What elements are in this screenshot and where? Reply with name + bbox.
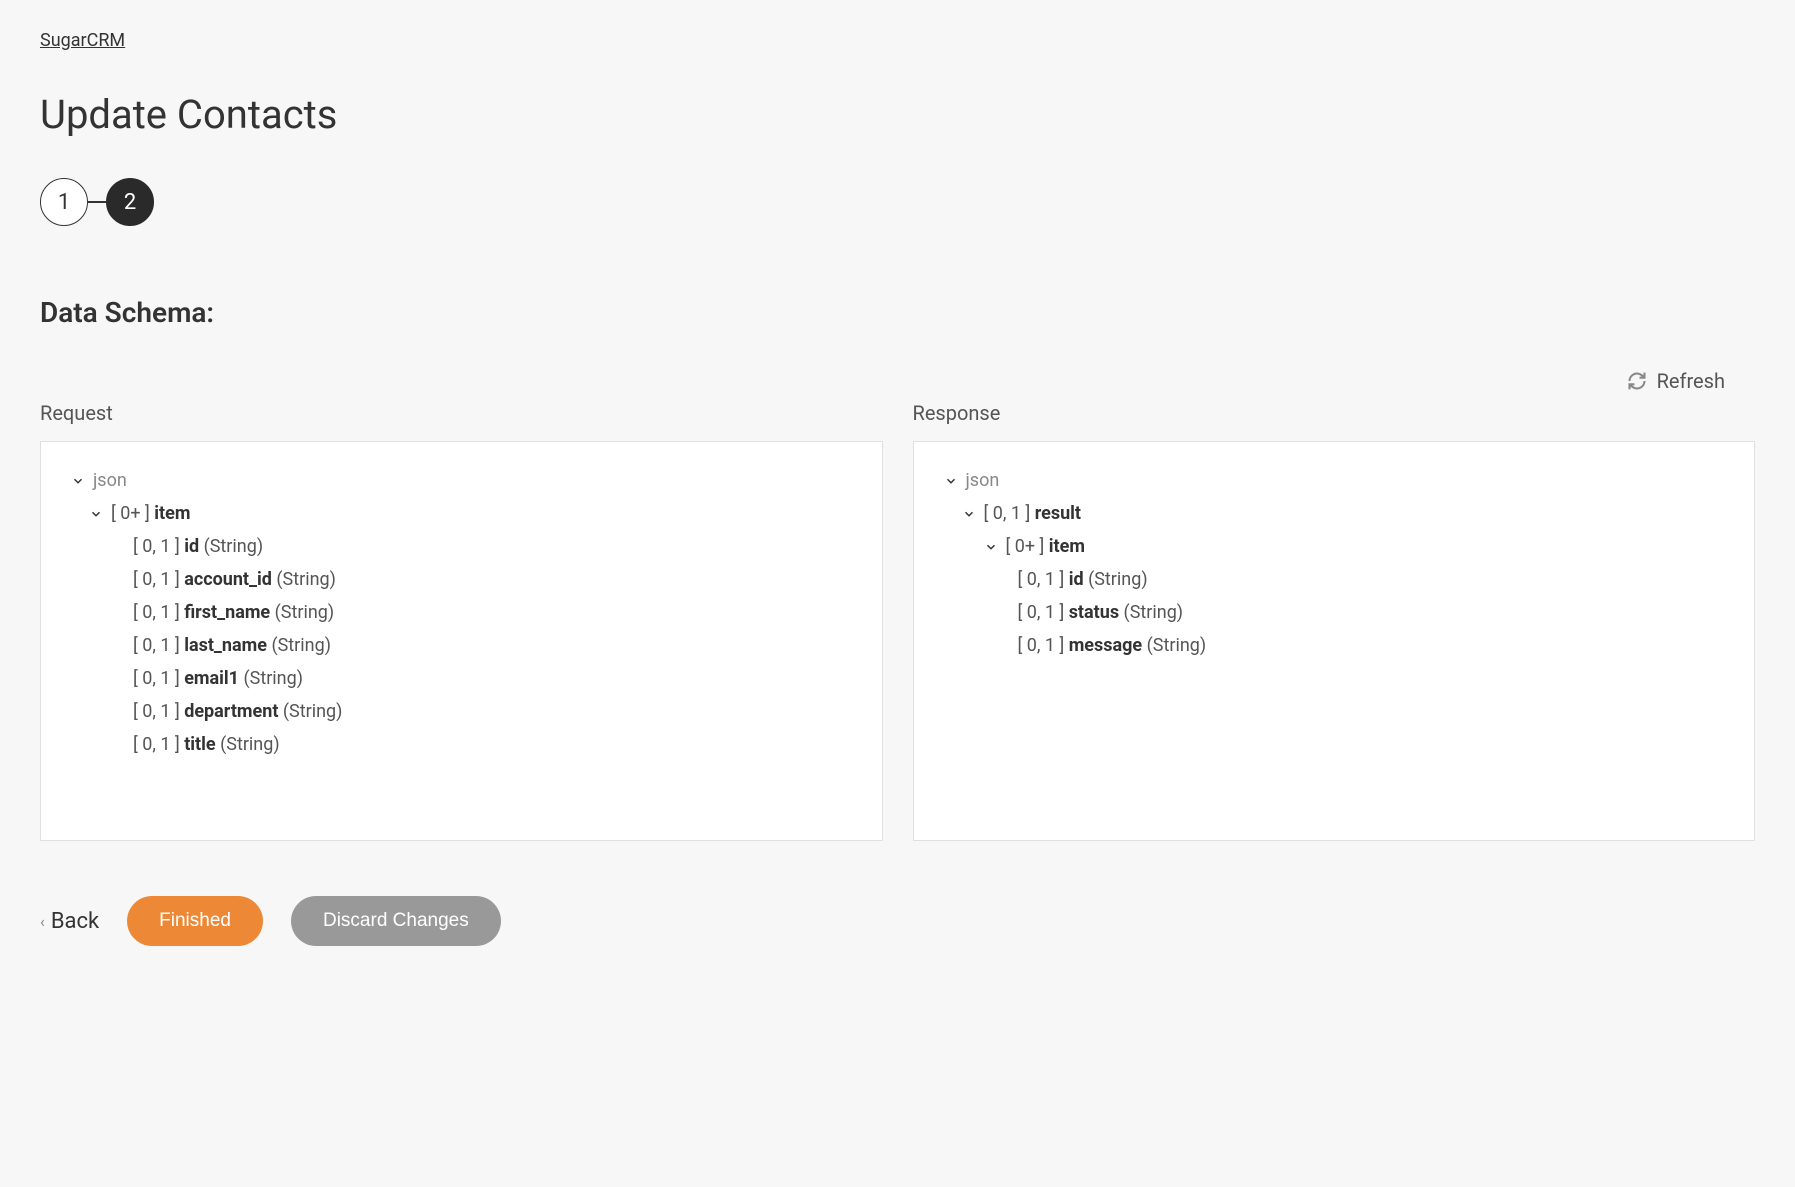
refresh-label: Refresh (1657, 369, 1725, 393)
response-panel: json [ 0, 1 ] result [ 0+ ] item [ 0, 1 … (913, 441, 1756, 841)
chevron-down-icon (984, 540, 998, 554)
section-title: Data Schema: (40, 296, 1755, 329)
tree-label: [ 0, 1 ] message (String) (1018, 635, 1207, 656)
refresh-icon (1627, 371, 1647, 391)
step-2[interactable]: 2 (106, 178, 154, 226)
refresh-button[interactable]: Refresh (40, 369, 1755, 393)
request-panel: json [ 0+ ] item [ 0, 1 ] id (String) [ 0… (40, 441, 883, 841)
chevron-down-icon (944, 474, 958, 488)
tree-node-field[interactable]: [ 0, 1 ] account_id (String) (71, 569, 852, 590)
tree-label: [ 0, 1 ] result (984, 503, 1082, 524)
tree-label: [ 0, 1 ] id (String) (133, 536, 263, 557)
step-1[interactable]: 1 (40, 178, 88, 226)
chevron-down-icon (89, 507, 103, 521)
tree-label: [ 0, 1 ] first_name (String) (133, 602, 334, 623)
tree-label: [ 0, 1 ] last_name (String) (133, 635, 331, 656)
tree-node-item[interactable]: [ 0+ ] item (71, 503, 852, 524)
tree-node-field[interactable]: [ 0, 1 ] id (String) (944, 569, 1725, 590)
tree-node-field[interactable]: [ 0, 1 ] email1 (String) (71, 668, 852, 689)
chevron-left-icon: ‹ (40, 912, 45, 931)
tree-label: [ 0, 1 ] id (String) (1018, 569, 1148, 590)
response-column: Response json [ 0, 1 ] result [ 0+ ] ite… (913, 401, 1756, 841)
tree-node-field[interactable]: [ 0, 1 ] department (String) (71, 701, 852, 722)
back-label: Back (51, 909, 99, 934)
tree-node-field[interactable]: [ 0, 1 ] first_name (String) (71, 602, 852, 623)
chevron-down-icon (962, 507, 976, 521)
page-title: Update Contacts (40, 91, 1755, 138)
tree-node-result[interactable]: [ 0, 1 ] result (944, 503, 1725, 524)
tree-node-field[interactable]: [ 0, 1 ] message (String) (944, 635, 1725, 656)
stepper: 1 2 (40, 178, 1755, 226)
tree-label: [ 0, 1 ] email1 (String) (133, 668, 303, 689)
tree-label: [ 0, 1 ] status (String) (1018, 602, 1184, 623)
response-header: Response (913, 401, 1756, 425)
tree-label: [ 0+ ] item (111, 503, 190, 524)
request-column: Request json [ 0+ ] item [ 0, 1 ] id (St… (40, 401, 883, 841)
tree-node-field[interactable]: [ 0, 1 ] status (String) (944, 602, 1725, 623)
finished-button[interactable]: Finished (127, 896, 263, 946)
tree-node-json[interactable]: json (71, 470, 852, 491)
tree-node-field[interactable]: [ 0, 1 ] id (String) (71, 536, 852, 557)
breadcrumb-link[interactable]: SugarCRM (40, 30, 125, 51)
tree-label: [ 0+ ] item (1006, 536, 1085, 557)
tree-label: json (93, 470, 127, 491)
tree-label: [ 0, 1 ] title (String) (133, 734, 280, 755)
tree-label: json (966, 470, 1000, 491)
step-connector (88, 201, 106, 203)
chevron-down-icon (71, 474, 85, 488)
request-header: Request (40, 401, 883, 425)
tree-node-field[interactable]: [ 0, 1 ] last_name (String) (71, 635, 852, 656)
back-button[interactable]: ‹ Back (40, 909, 99, 934)
tree-label: [ 0, 1 ] account_id (String) (133, 569, 336, 590)
tree-node-json[interactable]: json (944, 470, 1725, 491)
footer: ‹ Back Finished Discard Changes (40, 896, 1755, 946)
tree-label: [ 0, 1 ] department (String) (133, 701, 342, 722)
tree-node-field[interactable]: [ 0, 1 ] title (String) (71, 734, 852, 755)
discard-button[interactable]: Discard Changes (291, 896, 501, 946)
tree-node-item[interactable]: [ 0+ ] item (944, 536, 1725, 557)
